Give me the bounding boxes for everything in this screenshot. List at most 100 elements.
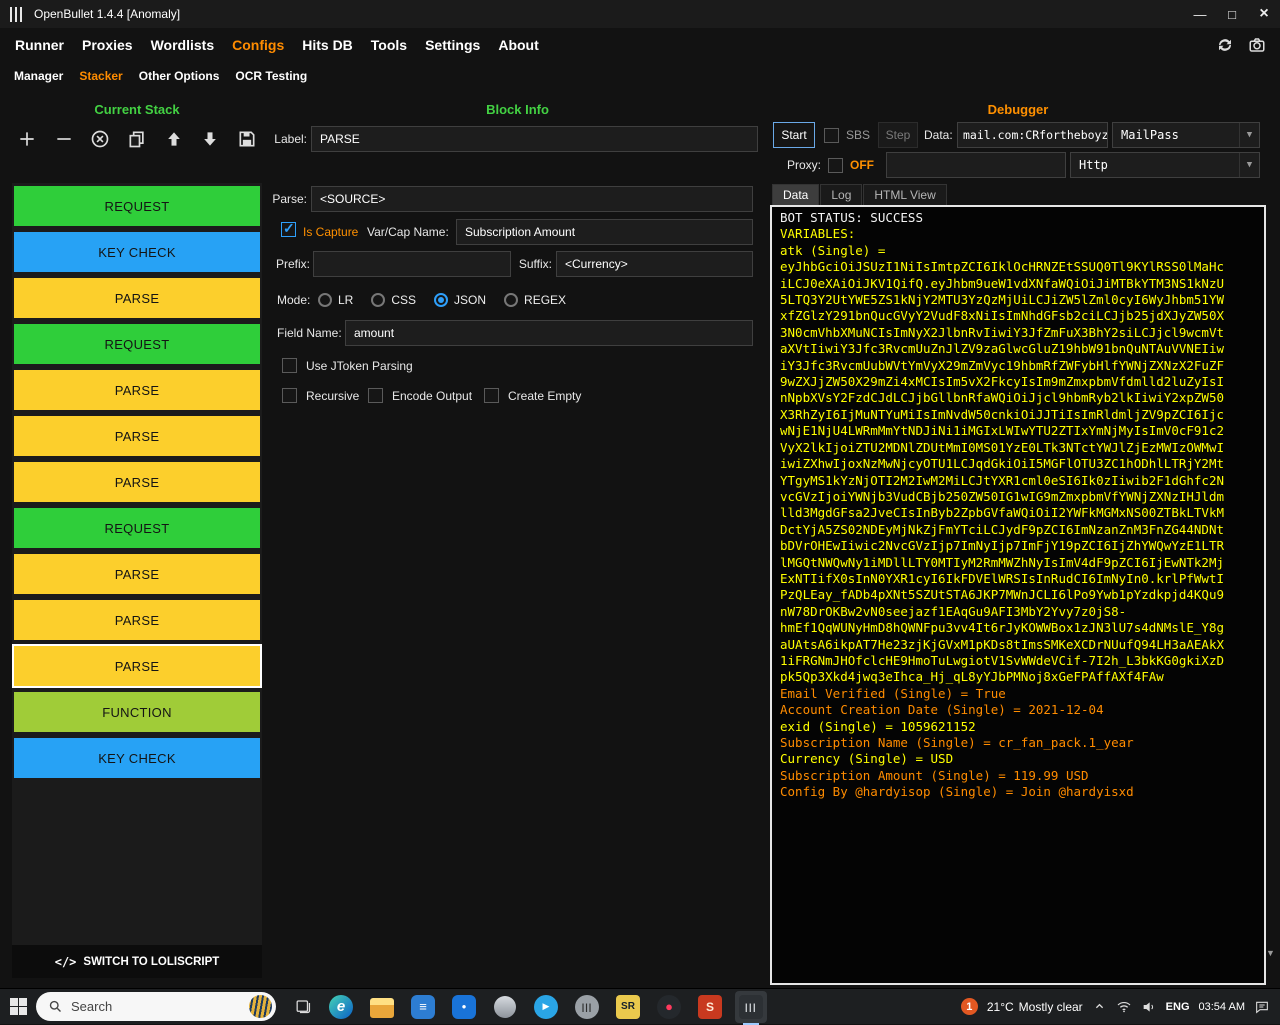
clone-block-button[interactable] xyxy=(124,126,150,152)
taskbar-search[interactable]: Search xyxy=(36,992,276,1021)
sbs-checkbox[interactable] xyxy=(824,128,839,143)
taskbar-app-icon[interactable]: ||| xyxy=(735,991,767,1023)
mode-radio-group: LR CSS JSON REGEX xyxy=(318,289,566,311)
maximize-button[interactable]: □ xyxy=(1216,7,1248,22)
taskbar-app-icon[interactable]: ● xyxy=(653,991,685,1023)
debugger-tab[interactable]: Data xyxy=(772,184,819,205)
taskbar-apps: e ≡ ● ▶ ||| xyxy=(325,991,767,1023)
weather-widget[interactable]: 21°C Mostly clear xyxy=(987,1000,1083,1014)
stack-block[interactable]: PARSE xyxy=(14,462,260,502)
start-menu-button[interactable] xyxy=(0,989,36,1025)
taskbar-app-icon[interactable]: ≡ xyxy=(407,991,439,1023)
start-button[interactable]: Start xyxy=(773,122,815,148)
move-block-up-button[interactable] xyxy=(161,126,187,152)
submenu-item[interactable]: Manager xyxy=(6,69,71,83)
suffix-input[interactable]: <Currency> xyxy=(556,251,753,277)
stack-block[interactable]: PARSE xyxy=(14,554,260,594)
recursive-checkbox[interactable] xyxy=(282,388,297,403)
parse-source-input[interactable]: <SOURCE> xyxy=(311,186,753,212)
debugger-tab[interactable]: Log xyxy=(820,184,862,205)
mode-label: Mode: xyxy=(277,287,310,313)
stack-block[interactable]: PARSE xyxy=(14,600,260,640)
create-empty-checkbox[interactable] xyxy=(484,388,499,403)
stack-block[interactable]: FUNCTION xyxy=(14,692,260,732)
taskbar-app-icon[interactable] xyxy=(366,991,398,1023)
taskbar-app-icon[interactable]: ||| xyxy=(571,991,603,1023)
volume-button[interactable] xyxy=(1141,999,1157,1015)
scrollbar-down-arrow[interactable]: ▼ xyxy=(1266,948,1275,958)
wordlist-type-dropdown[interactable]: MailPass ▼ xyxy=(1112,122,1260,148)
minimize-button[interactable]: — xyxy=(1184,7,1216,22)
log-line: aXVtIiwiY3Jfc3RvcmUuZnJlZV9zaGlwcGluZ19h… xyxy=(780,341,1256,357)
taskbar-app-icon[interactable]: S xyxy=(694,991,726,1023)
language-indicator[interactable]: ENG xyxy=(1166,1001,1190,1013)
debugger-tab[interactable]: HTML View xyxy=(863,184,946,205)
clock[interactable]: 03:54 AM xyxy=(1199,1001,1245,1013)
submenu-item[interactable]: Stacker xyxy=(71,69,130,83)
submenu-item[interactable]: OCR Testing xyxy=(227,69,315,83)
stack-block[interactable]: PARSE xyxy=(14,416,260,456)
menu-item[interactable]: Tools xyxy=(362,37,416,53)
mode-radio-option[interactable]: REGEX xyxy=(504,293,566,307)
sync-icon[interactable] xyxy=(1214,34,1236,56)
encode-output-checkbox[interactable] xyxy=(368,388,383,403)
log-line: 5LTQ3Y2UtYWE5ZS1kNjY2MTU3YzQzMjUiLCJiZW5… xyxy=(780,292,1256,308)
stack-block[interactable]: PARSE xyxy=(14,278,260,318)
openbullet-logo-icon xyxy=(10,7,25,22)
windows-logo-icon xyxy=(10,998,27,1015)
hidden-icons-button[interactable] xyxy=(1092,999,1107,1014)
stack-block[interactable]: KEY CHECK xyxy=(14,232,260,272)
prefix-input[interactable] xyxy=(313,251,511,277)
step-button[interactable]: Step xyxy=(878,122,918,148)
proxy-checkbox[interactable] xyxy=(828,158,843,173)
menu-item[interactable]: About xyxy=(489,37,547,53)
taskbar-app-icon[interactable]: e xyxy=(325,991,357,1023)
mode-radio-option[interactable]: CSS xyxy=(371,293,416,307)
proxy-type-value: Http xyxy=(1079,158,1108,172)
notification-center-button[interactable] xyxy=(1254,999,1270,1015)
add-block-button[interactable] xyxy=(14,126,40,152)
switch-to-loliscript-button[interactable]: </> SWITCH TO LOLISCRIPT xyxy=(12,945,262,978)
dropdown-arrow-icon: ▼ xyxy=(1239,153,1259,177)
debug-data-input[interactable]: mail.com:CRfortheboyz xyxy=(957,122,1108,148)
jtoken-checkbox[interactable] xyxy=(282,358,297,373)
move-block-down-button[interactable] xyxy=(197,126,223,152)
stack-block[interactable]: REQUEST xyxy=(14,186,260,226)
taskbar-app-icon[interactable]: ▶ xyxy=(530,991,562,1023)
menu-item[interactable]: Settings xyxy=(416,37,489,53)
stack-block[interactable]: REQUEST xyxy=(14,508,260,548)
camera-icon[interactable] xyxy=(1246,34,1268,56)
menu-item[interactable]: Hits DB xyxy=(293,37,362,53)
search-icon xyxy=(48,999,63,1014)
clear-stack-button[interactable] xyxy=(87,126,113,152)
menu-item[interactable]: Wordlists xyxy=(142,37,224,53)
taskbar-app-icon[interactable] xyxy=(489,991,521,1023)
window-title: OpenBullet 1.4.4 [Anomaly] xyxy=(34,7,180,21)
taskbar-app-icon[interactable]: SR xyxy=(612,991,644,1023)
varcap-name-input[interactable]: Subscription Amount xyxy=(456,219,753,245)
taskbar-app-icon[interactable]: ● xyxy=(448,991,480,1023)
mode-radio-option[interactable]: JSON xyxy=(434,293,486,307)
network-button[interactable] xyxy=(1116,999,1132,1015)
debugger-title: Debugger xyxy=(770,102,1266,117)
stack-block[interactable]: PARSE xyxy=(14,370,260,410)
save-config-button[interactable] xyxy=(234,126,260,152)
log-line: 9wZXJjZW50X29mZi4xMCIsIm5vX2FkcyIsIm9mZm… xyxy=(780,374,1256,390)
menu-item[interactable]: Runner xyxy=(6,37,73,53)
is-capture-checkbox[interactable] xyxy=(281,222,296,237)
task-view-button[interactable] xyxy=(294,997,313,1016)
proxy-type-dropdown[interactable]: Http ▼ xyxy=(1070,152,1260,178)
switch-to-loliscript-label: SWITCH TO LOLISCRIPT xyxy=(83,956,219,968)
stack-block[interactable]: REQUEST xyxy=(14,324,260,364)
remove-block-button[interactable] xyxy=(51,126,77,152)
block-label-input[interactable]: PARSE xyxy=(311,126,758,152)
menu-item[interactable]: Proxies xyxy=(73,37,142,53)
field-name-input[interactable]: amount xyxy=(345,320,753,346)
submenu-item[interactable]: Other Options xyxy=(131,69,228,83)
stack-block[interactable]: KEY CHECK xyxy=(14,738,260,778)
proxy-input[interactable] xyxy=(886,152,1066,178)
menu-item[interactable]: Configs xyxy=(223,37,293,53)
close-button[interactable]: × xyxy=(1248,5,1280,23)
mode-radio-option[interactable]: LR xyxy=(318,293,353,307)
stack-block[interactable]: PARSE xyxy=(14,646,260,686)
